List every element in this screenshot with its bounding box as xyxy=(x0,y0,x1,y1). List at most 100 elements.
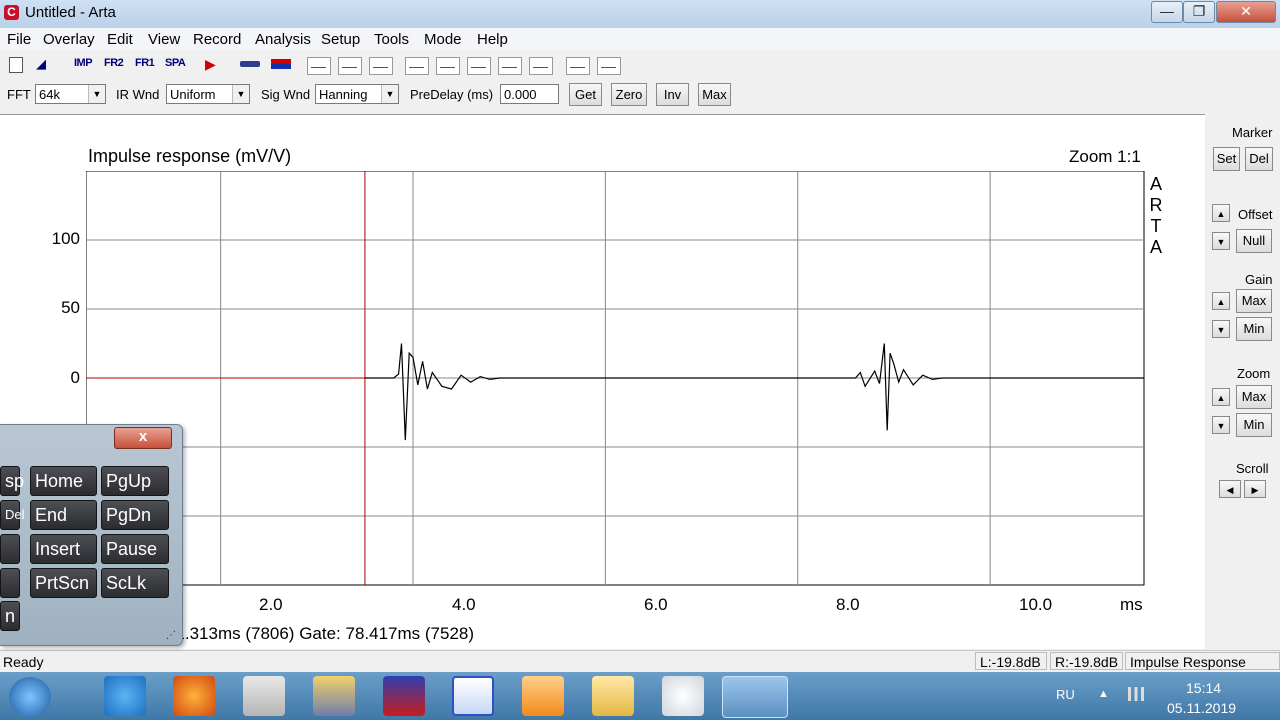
rev-graph-icon[interactable] xyxy=(467,57,491,75)
fft-value: 64k xyxy=(39,87,60,102)
media-player-icon[interactable] xyxy=(522,676,564,716)
close-button[interactable]: ✕ xyxy=(1216,1,1276,23)
bd-graph-icon[interactable] xyxy=(529,57,553,75)
marker-label: Marker xyxy=(1232,125,1273,140)
floppy-save-icon[interactable] xyxy=(383,676,425,716)
fr1-button[interactable]: FR1 xyxy=(135,57,155,73)
inv-button[interactable]: Inv xyxy=(656,83,689,106)
predelay-input[interactable]: 0.000 xyxy=(500,84,559,104)
gain-max-button[interactable]: Max xyxy=(1236,289,1272,313)
arta-app-icon[interactable]: C xyxy=(4,5,19,20)
offset-up-arrow-icon[interactable]: ▲ xyxy=(1212,204,1230,222)
arta-letter: R xyxy=(1149,195,1163,215)
gain-down-arrow-icon[interactable]: ▼ xyxy=(1212,320,1230,338)
signature-app-icon[interactable] xyxy=(243,676,285,716)
menu-file[interactable]: File xyxy=(7,31,31,48)
menu-record[interactable]: Record xyxy=(193,31,241,48)
tray-expand-icon[interactable]: ▲ xyxy=(1098,688,1109,700)
dft-graph-icon[interactable] xyxy=(369,57,393,75)
osk-key[interactable] xyxy=(0,534,20,564)
fr2-button[interactable]: FR2 xyxy=(104,57,124,73)
osk-key-pgdn[interactable]: PgDn xyxy=(101,500,169,530)
plot-title: Impulse response (mV/V) xyxy=(88,146,292,166)
menu-analysis[interactable]: Analysis xyxy=(255,31,311,48)
menu-view[interactable]: View xyxy=(148,31,180,48)
status-ready: Ready xyxy=(3,654,44,670)
language-indicator[interactable]: RU xyxy=(1056,687,1075,702)
osk-close-button[interactable]: x xyxy=(114,427,172,449)
probe-icon[interactable] xyxy=(240,61,260,67)
osk-key-pause[interactable]: Pause xyxy=(101,534,169,564)
zoom-up-arrow-icon[interactable]: ▲ xyxy=(1212,388,1230,406)
imp-button[interactable]: IMP xyxy=(74,57,93,73)
sti-graph-icon[interactable] xyxy=(566,57,590,75)
clock-time[interactable]: 15:14 xyxy=(1186,680,1221,696)
menu-bar xyxy=(0,28,1280,50)
menu-setup[interactable]: Setup xyxy=(321,31,360,48)
menu-overlay[interactable]: Overlay xyxy=(43,31,95,48)
osk-key-sclk[interactable]: ScLk xyxy=(101,568,169,598)
marker-del-button[interactable]: Del xyxy=(1245,147,1273,171)
osk-key-del[interactable]: Del xyxy=(0,500,25,530)
internet-explorer-icon[interactable] xyxy=(104,676,146,716)
sig-wnd-value: Hanning xyxy=(319,87,368,102)
osk-key-home[interactable]: Home xyxy=(30,466,97,496)
cs-graph-icon[interactable] xyxy=(498,57,522,75)
offset-null-button[interactable]: Null xyxy=(1236,229,1272,253)
offset-down-arrow-icon[interactable]: ▼ xyxy=(1212,232,1230,250)
zoom-down-arrow-icon[interactable]: ▼ xyxy=(1212,416,1230,434)
network-icon[interactable] xyxy=(1128,687,1144,701)
marker-set-button[interactable]: Set xyxy=(1213,147,1240,171)
menu-tools[interactable]: Tools xyxy=(374,31,409,48)
alien-app-icon[interactable] xyxy=(662,676,704,716)
osk-key[interactable] xyxy=(0,568,20,598)
start-button-icon[interactable] xyxy=(9,677,51,717)
minimize-button[interactable]: — xyxy=(1151,1,1183,23)
zoom-max-button[interactable]: Max xyxy=(1236,385,1272,409)
max-button[interactable]: Max xyxy=(698,83,731,106)
status-mode: Impulse Response xyxy=(1125,652,1280,670)
d-app-icon[interactable] xyxy=(452,676,494,716)
play-icon[interactable]: ▶ xyxy=(205,56,216,73)
fr-graph-icon[interactable] xyxy=(307,57,331,75)
osk-key-insert[interactable]: Insert xyxy=(30,534,97,564)
osk-key-prtscn[interactable]: PrtScn xyxy=(30,568,97,598)
chevron-down-icon: ▼ xyxy=(381,85,398,103)
get-button[interactable]: Get xyxy=(569,83,602,106)
rasti-graph-icon[interactable] xyxy=(597,57,621,75)
arta-taskbar-icon[interactable] xyxy=(722,676,788,718)
gain-min-button[interactable]: Min xyxy=(1236,317,1272,341)
arrow-tool-icon[interactable]: ◢ xyxy=(36,56,54,72)
step-graph-icon[interactable] xyxy=(405,57,429,75)
osk-key[interactable]: n xyxy=(0,601,20,631)
spa-button[interactable]: SPA xyxy=(165,57,186,73)
impulse-response-chart[interactable] xyxy=(86,171,1145,586)
maximize-button[interactable]: ❐ xyxy=(1183,1,1215,23)
scroll-left-arrow-icon[interactable]: ◀ xyxy=(1219,480,1241,498)
zoom-min-button[interactable]: Min xyxy=(1236,413,1272,437)
firefox-icon[interactable] xyxy=(173,676,215,716)
osk-key[interactable]: sp xyxy=(0,466,24,496)
generator-icon[interactable] xyxy=(271,59,291,69)
osk-key-pgup[interactable]: PgUp xyxy=(101,466,169,496)
sfr-graph-icon[interactable] xyxy=(338,57,362,75)
menu-help[interactable]: Help xyxy=(477,31,508,48)
gain-up-arrow-icon[interactable]: ▲ xyxy=(1212,292,1230,310)
resize-grip-icon[interactable]: ⋰ xyxy=(166,630,176,641)
fft-select[interactable]: 64k ▼ xyxy=(35,84,106,104)
sig-wnd-select[interactable]: Hanning ▼ xyxy=(315,84,399,104)
zero-button[interactable]: Zero xyxy=(611,83,647,106)
etc-graph-icon[interactable] xyxy=(436,57,460,75)
tool-app-icon[interactable] xyxy=(313,676,355,716)
menu-mode[interactable]: Mode xyxy=(424,31,462,48)
scroll-right-arrow-icon[interactable]: ▶ xyxy=(1244,480,1266,498)
new-file-icon[interactable] xyxy=(9,57,23,73)
folder-icon[interactable] xyxy=(592,676,634,716)
x-tick-label: 4.0 xyxy=(452,595,476,614)
ir-wnd-select[interactable]: Uniform ▼ xyxy=(166,84,250,104)
menu-edit[interactable]: Edit xyxy=(107,31,133,48)
clock-date[interactable]: 05.11.2019 xyxy=(1167,700,1236,716)
x-tick-label: 10.0 xyxy=(1019,595,1053,614)
osk-key-end[interactable]: End xyxy=(30,500,97,530)
x-axis-unit: ms xyxy=(1120,595,1143,614)
